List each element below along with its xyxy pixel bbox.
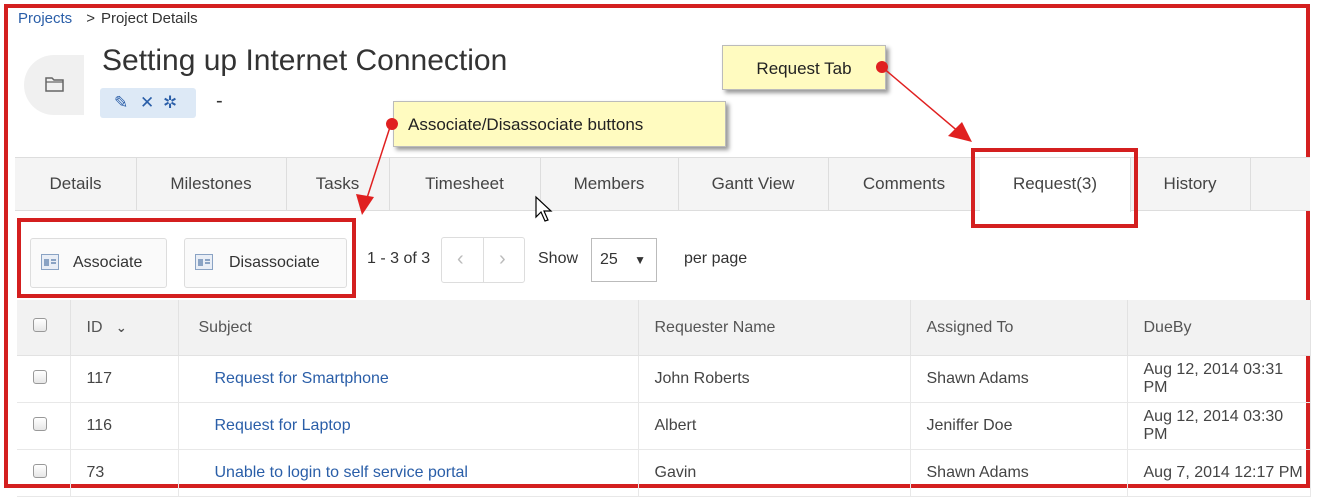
- project-folder-avatar: [24, 55, 84, 115]
- prev-page-icon[interactable]: ‹: [457, 248, 464, 271]
- request-table: ID ⌄ Subject Requester Name Assigned To …: [17, 300, 1311, 497]
- request-tab-highlight: [971, 148, 1138, 228]
- col-id[interactable]: ID ⌄: [70, 300, 179, 356]
- chevron-down-icon: ▼: [634, 253, 646, 267]
- page-title: Setting up Internet Connection: [102, 44, 508, 77]
- tab-comments[interactable]: Comments: [828, 158, 981, 210]
- edit-icon[interactable]: ✎: [114, 93, 128, 113]
- tab-history[interactable]: History: [1130, 158, 1251, 210]
- callout-pointer-dot: [386, 118, 398, 130]
- pagination-range: 1 - 3 of 3: [367, 250, 431, 267]
- buttons-highlight: [17, 218, 356, 298]
- breadcrumb-projects-link[interactable]: Projects: [18, 10, 72, 27]
- row-id: 117: [70, 355, 179, 403]
- col-subject[interactable]: Subject: [178, 300, 639, 356]
- sort-icon[interactable]: ⌄: [116, 320, 127, 335]
- breadcrumb: Projects > Project Details: [18, 10, 198, 27]
- folder-icon: [45, 77, 64, 92]
- breadcrumb-current: Project Details: [100, 10, 198, 27]
- row-assigned: Shawn Adams: [910, 449, 1128, 497]
- delete-icon[interactable]: ✕: [140, 93, 154, 113]
- row-assigned: Shawn Adams: [910, 355, 1128, 403]
- table-row: 117 Request for Smartphone John Roberts …: [17, 355, 1311, 403]
- row-dueby: Aug 12, 2014 03:30 PM: [1127, 402, 1311, 450]
- select-all-cell: [17, 300, 71, 356]
- row-dueby: Aug 7, 2014 12:17 PM: [1127, 449, 1311, 497]
- row-subject-link[interactable]: Request for Laptop: [199, 417, 351, 434]
- per-page-label: per page: [684, 250, 748, 267]
- select-all-checkbox[interactable]: [33, 318, 47, 332]
- breadcrumb-separator: >: [86, 10, 95, 27]
- row-assigned: Jeniffer Doe: [910, 402, 1128, 450]
- row-requester: Gavin: [638, 449, 911, 497]
- show-label: Show: [538, 250, 579, 267]
- project-actions: ✎ ✕ ✲: [100, 88, 196, 118]
- pagination-nav: ‹ ›: [441, 237, 525, 283]
- row-checkbox[interactable]: [33, 369, 47, 384]
- per-page-select[interactable]: 25 ▼: [591, 238, 657, 282]
- per-page-value: 25: [600, 251, 618, 268]
- row-subject-link[interactable]: Request for Smartphone: [199, 370, 389, 387]
- row-id: 73: [70, 449, 179, 497]
- row-requester: Albert: [638, 402, 911, 450]
- next-page-icon[interactable]: ›: [499, 248, 506, 271]
- row-checkbox[interactable]: [33, 416, 47, 431]
- callout-associate-buttons: Associate/Disassociate buttons: [393, 101, 726, 147]
- project-status: -: [216, 90, 223, 112]
- tab-timesheet[interactable]: Timesheet: [389, 158, 541, 210]
- callout-pointer-dot: [876, 61, 888, 73]
- tab-tasks[interactable]: Tasks: [286, 158, 390, 210]
- row-checkbox[interactable]: [33, 463, 47, 478]
- row-requester: John Roberts: [638, 355, 911, 403]
- col-assigned[interactable]: Assigned To: [910, 300, 1128, 356]
- table-header-row: ID ⌄ Subject Requester Name Assigned To …: [17, 300, 1311, 356]
- tab-milestones[interactable]: Milestones: [136, 158, 287, 210]
- mouse-cursor-icon: [535, 195, 553, 222]
- table-row: 116 Request for Laptop Albert Jeniffer D…: [17, 402, 1311, 450]
- tab-details[interactable]: Details: [15, 158, 137, 210]
- settings-icon[interactable]: ✲: [163, 93, 177, 113]
- tab-gantt-view[interactable]: Gantt View: [678, 158, 829, 210]
- callout-request-tab: Request Tab: [722, 45, 886, 90]
- row-id: 116: [70, 402, 179, 450]
- table-row: 73 Unable to login to self service porta…: [17, 449, 1311, 497]
- tab-members[interactable]: Members: [540, 158, 679, 210]
- col-requester[interactable]: Requester Name: [638, 300, 911, 356]
- row-dueby: Aug 12, 2014 03:31 PM: [1127, 355, 1311, 403]
- row-subject-link[interactable]: Unable to login to self service portal: [199, 464, 468, 481]
- col-dueby[interactable]: DueBy: [1127, 300, 1311, 356]
